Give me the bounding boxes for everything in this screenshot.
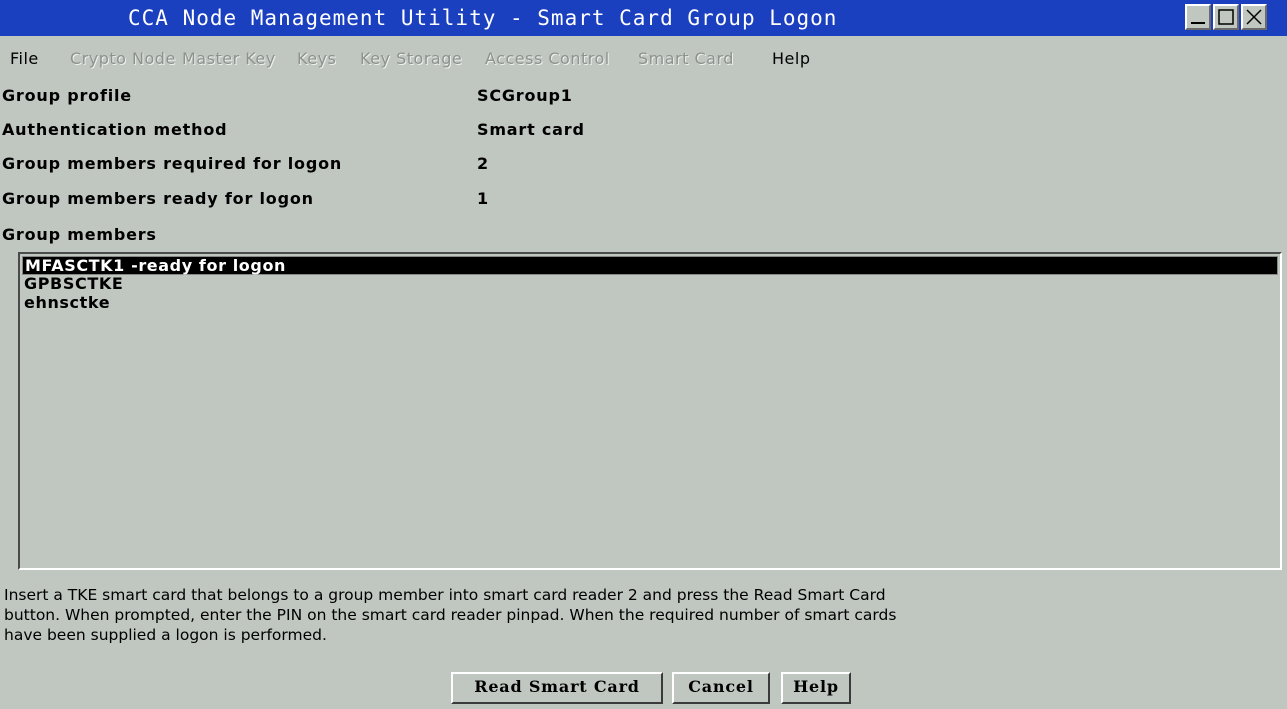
menu-smart-card[interactable]: Smart Card	[638, 49, 734, 68]
members-required-value: 2	[477, 154, 489, 173]
minimize-icon[interactable]	[1185, 4, 1211, 30]
members-ready-label: Group members ready for logon	[2, 189, 314, 208]
menu-key-storage[interactable]: Key Storage	[360, 49, 462, 68]
instructions-text: Insert a TKE smart card that belongs to …	[4, 585, 1284, 645]
list-item[interactable]: MFASCTK1 -ready for logon	[22, 256, 1278, 275]
cancel-button[interactable]: Cancel	[672, 672, 770, 704]
auth-method-label: Authentication method	[2, 120, 228, 139]
auth-method-value: Smart card	[477, 120, 585, 139]
menu-master-key[interactable]: Master Key	[182, 49, 276, 68]
menu-help[interactable]: Help	[772, 49, 810, 68]
instructions-line: have been supplied a logon is performed.	[4, 626, 327, 644]
menu-crypto-node[interactable]: Crypto Node	[70, 49, 176, 68]
main-window: CCA Node Management Utility - Smart Card…	[0, 0, 1287, 709]
group-members-list[interactable]: MFASCTK1 -ready for logon GPBSCTKE ehnsc…	[18, 252, 1282, 570]
group-profile-label: Group profile	[2, 86, 132, 105]
menu-bar: File Crypto Node Master Key Keys Key Sto…	[0, 40, 1287, 76]
help-button[interactable]: Help	[781, 672, 851, 704]
instructions-line: Insert a TKE smart card that belongs to …	[4, 586, 886, 604]
instructions-line: button. When prompted, enter the PIN on …	[4, 606, 897, 624]
close-icon[interactable]	[1241, 4, 1267, 30]
members-required-label: Group members required for logon	[2, 154, 343, 173]
read-smart-card-button[interactable]: Read Smart Card	[451, 672, 663, 704]
menu-access-control[interactable]: Access Control	[485, 49, 610, 68]
window-title: CCA Node Management Utility - Smart Card…	[128, 6, 838, 30]
members-ready-value: 1	[477, 189, 489, 208]
title-bar[interactable]: CCA Node Management Utility - Smart Card…	[0, 0, 1287, 36]
maximize-icon[interactable]	[1213, 4, 1239, 30]
list-item[interactable]: ehnsctke	[22, 294, 1278, 313]
group-profile-value: SCGroup1	[477, 86, 573, 105]
menu-file[interactable]: File	[10, 49, 39, 68]
group-members-label: Group members	[2, 225, 157, 244]
list-item[interactable]: GPBSCTKE	[22, 275, 1278, 294]
menu-keys[interactable]: Keys	[297, 49, 336, 68]
